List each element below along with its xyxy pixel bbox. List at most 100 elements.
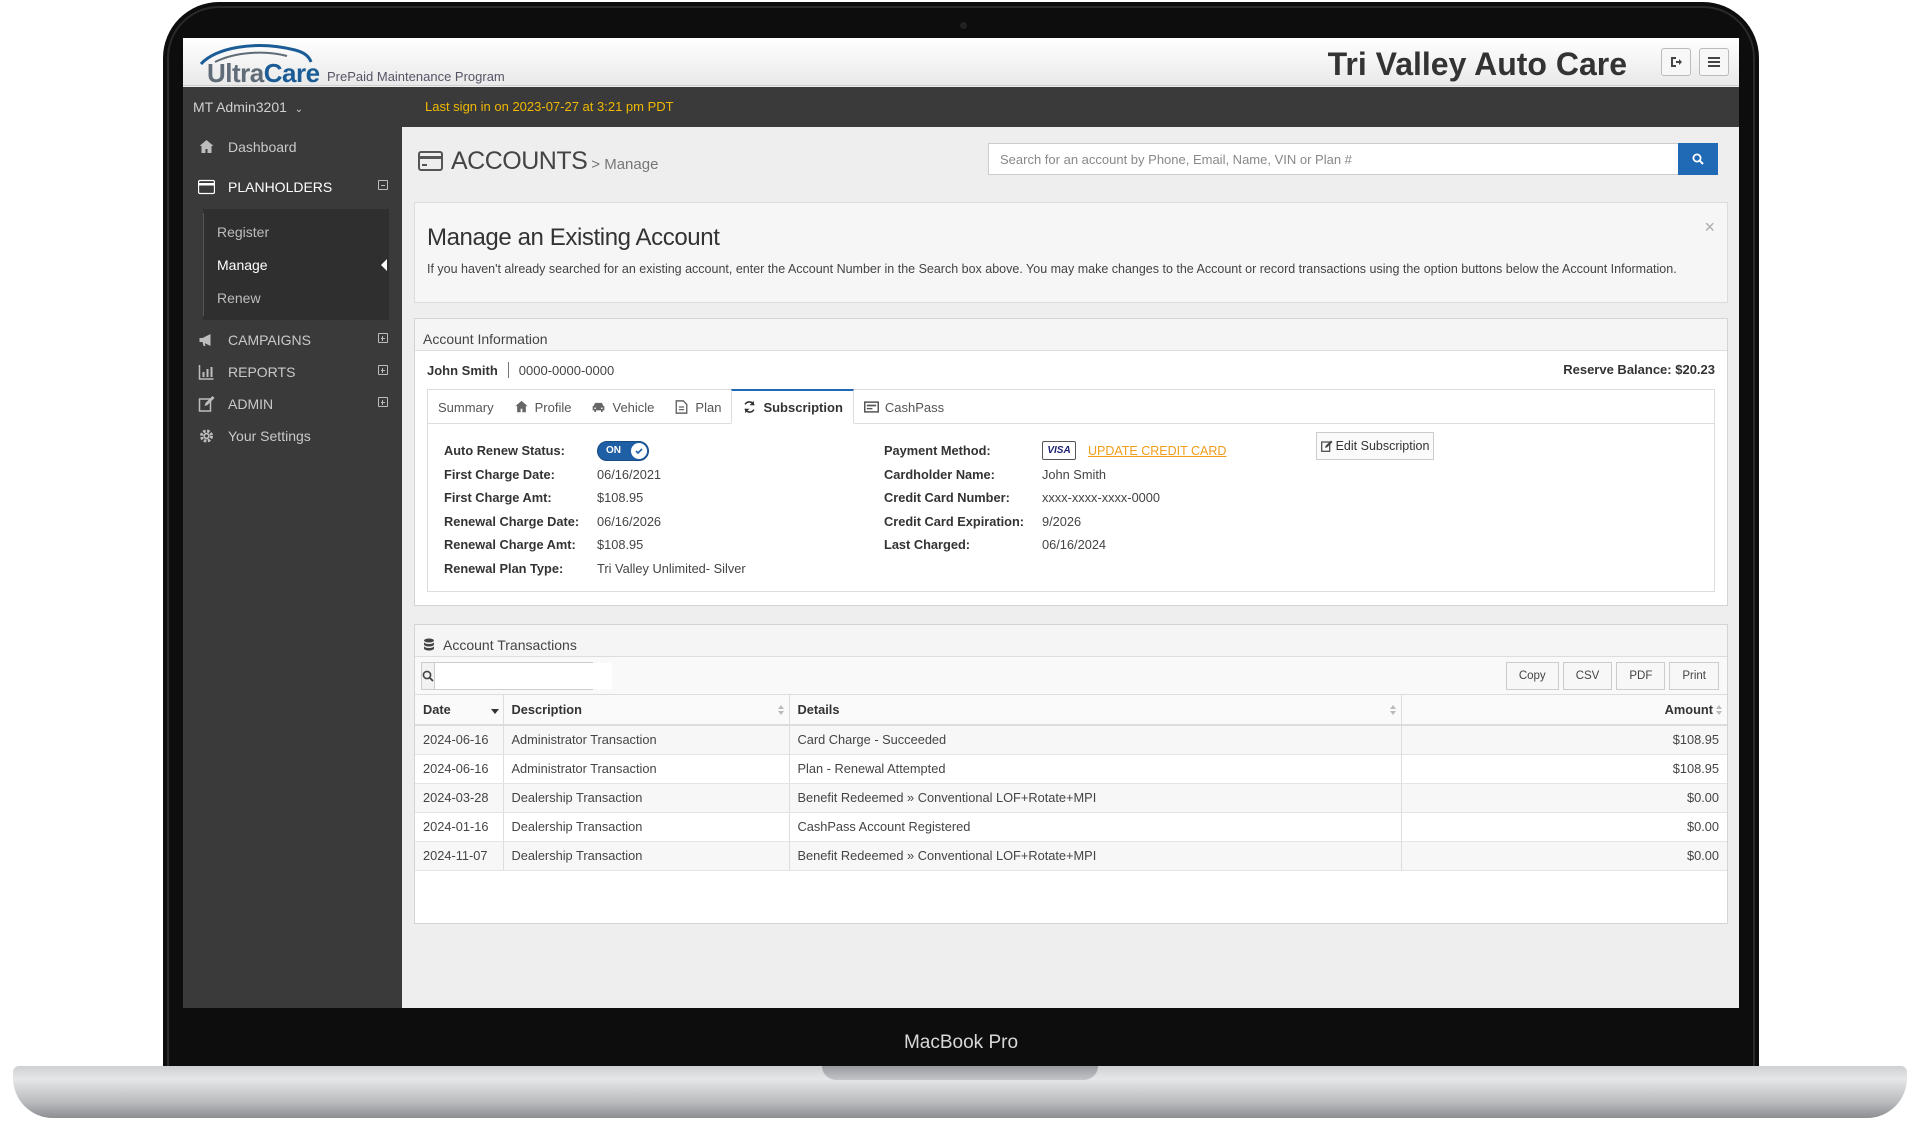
page-header: ACCOUNTS > Manage bbox=[418, 147, 658, 176]
reserve-balance: Reserve Balance: $20.23 bbox=[1563, 362, 1715, 377]
copy-button[interactable]: Copy bbox=[1505, 662, 1559, 690]
field-payment-method: Payment Method: VISA UPDATE CREDIT CARD bbox=[884, 439, 1226, 463]
device-label: MacBook Pro bbox=[903, 1032, 1019, 1053]
panel-title: Account Transactions bbox=[443, 637, 577, 653]
update-credit-card-link[interactable]: UPDATE CREDIT CARD bbox=[1088, 444, 1226, 458]
field-renewal-charge-date: Renewal Charge Date: 06/16/2026 bbox=[444, 513, 662, 529]
sidebar-item-settings[interactable]: Your Settings bbox=[183, 420, 402, 452]
table-filter-input[interactable] bbox=[435, 663, 612, 689]
bullhorn-icon bbox=[196, 332, 216, 348]
cell-details: Benefit Redeemed » Conventional LOF+Rota… bbox=[789, 841, 1402, 871]
divider bbox=[507, 362, 509, 378]
tab-summary[interactable]: Summary bbox=[428, 390, 504, 424]
collapse-icon[interactable] bbox=[378, 180, 388, 190]
home-icon bbox=[196, 139, 216, 155]
subscription-left-fields: Auto Renew Status: ON First Charge Date:… bbox=[444, 439, 746, 580]
field-first-charge-date: First Charge Date: 06/16/2021 bbox=[444, 466, 662, 482]
tab-plan[interactable]: Plan bbox=[664, 390, 731, 424]
user-menu[interactable]: MT Admin3201 ⌄ bbox=[183, 87, 402, 127]
screen: UltraCare PrePaid Maintenance Program Tr… bbox=[183, 38, 1739, 1008]
tab-cashpass[interactable]: CashPass bbox=[854, 390, 954, 424]
print-button[interactable]: Print bbox=[1669, 662, 1719, 690]
menu-button[interactable] bbox=[1699, 48, 1729, 76]
column-header-details[interactable]: Details bbox=[789, 695, 1402, 726]
sort-desc-icon bbox=[490, 709, 499, 714]
cell-amount: $0.00 bbox=[1401, 783, 1727, 813]
cell-date: 2024-01-16 bbox=[415, 812, 504, 842]
expand-icon[interactable] bbox=[378, 365, 388, 375]
cell-description: Dealership Transaction bbox=[503, 783, 790, 813]
account-tabs: Summary Profile Vehicle Plan Subscriptio… bbox=[427, 389, 1715, 592]
account-summary-line: John Smith 0000-0000-0000 Reserve Balance… bbox=[427, 362, 1715, 378]
sidebar-item-campaigns[interactable]: CAMPAIGNS bbox=[183, 324, 402, 356]
auto-renew-toggle[interactable]: ON bbox=[597, 440, 649, 461]
table-row[interactable]: 2024-11-07 Dealership Transaction Benefit … bbox=[415, 841, 1727, 871]
pdf-button[interactable]: PDF bbox=[1616, 662, 1666, 690]
submenu-item-manage[interactable]: Manage bbox=[203, 248, 389, 281]
expand-icon[interactable] bbox=[378, 333, 388, 343]
close-icon[interactable]: × bbox=[1704, 217, 1715, 238]
csv-button[interactable]: CSV bbox=[1562, 662, 1613, 690]
logout-button[interactable] bbox=[1661, 48, 1691, 76]
last-sign-in-status: Last sign in on 2023-07-27 at 3:21 pm PD… bbox=[402, 87, 1739, 127]
sidebar-item-label: REPORTS bbox=[228, 364, 296, 380]
table-body: 2024-06-16 Administrator Transaction Card … bbox=[415, 725, 1727, 871]
sidebar-item-label: Dashboard bbox=[228, 139, 297, 155]
expand-icon[interactable] bbox=[378, 397, 388, 407]
credit-card-icon bbox=[196, 179, 216, 195]
cell-amount: $108.95 bbox=[1401, 754, 1727, 784]
company-name: Tri Valley Auto Care bbox=[1327, 46, 1627, 82]
sidebar-item-label: ADMIN bbox=[228, 396, 274, 412]
sidebar-item-planholders[interactable]: PLANHOLDERS bbox=[183, 167, 402, 207]
cell-amount: $0.00 bbox=[1401, 841, 1727, 871]
search-input[interactable] bbox=[988, 143, 1678, 175]
search-button[interactable] bbox=[1678, 143, 1718, 175]
cell-date: 2024-06-16 bbox=[415, 725, 504, 755]
cell-date: 2024-06-16 bbox=[415, 754, 504, 784]
subscription-right-fields: Payment Method: VISA UPDATE CREDIT CARD … bbox=[884, 439, 1226, 557]
money-icon bbox=[863, 401, 879, 413]
edit-icon bbox=[1320, 440, 1333, 452]
column-header-description[interactable]: Description bbox=[503, 695, 790, 726]
sidebar-item-dashboard[interactable]: Dashboard bbox=[183, 127, 402, 167]
camera-dot bbox=[960, 22, 967, 29]
account-holder-name: John Smith bbox=[427, 363, 498, 378]
top-bar: UltraCare PrePaid Maintenance Program Tr… bbox=[183, 38, 1739, 88]
page-title: ACCOUNTS bbox=[451, 147, 588, 175]
check-icon bbox=[631, 442, 647, 459]
tab-profile[interactable]: Profile bbox=[504, 390, 582, 424]
sidebar-nav: Dashboard PLANHOLDERS bbox=[183, 127, 402, 207]
table-row[interactable]: 2024-06-16 Administrator Transaction Card … bbox=[415, 725, 1727, 755]
logo-wordmark: UltraCare bbox=[207, 58, 320, 88]
column-header-date[interactable]: Date bbox=[415, 695, 504, 726]
submenu-item-register[interactable]: Register bbox=[203, 215, 389, 248]
field-label: Auto Renew Status: bbox=[444, 443, 565, 459]
table-row[interactable]: 2024-01-16 Dealership Transaction CashPass… bbox=[415, 812, 1727, 842]
cell-description: Dealership Transaction bbox=[503, 841, 790, 871]
table-row[interactable]: 2024-06-16 Administrator Transaction Plan … bbox=[415, 754, 1727, 784]
sidebar-item-admin[interactable]: ADMIN bbox=[183, 388, 402, 420]
cell-amount: $0.00 bbox=[1401, 812, 1727, 842]
edit-subscription-button[interactable]: Edit Subscription bbox=[1316, 432, 1434, 460]
hamburger-icon bbox=[1708, 57, 1720, 67]
ultracare-logo[interactable]: UltraCare PrePaid Maintenance Program bbox=[191, 42, 521, 88]
submenu-item-renew[interactable]: Renew bbox=[203, 281, 389, 314]
field-renewal-charge-amt: Renewal Charge Amt: $108.95 bbox=[444, 537, 644, 553]
table-toolbar: Copy CSV PDF Print bbox=[415, 657, 1727, 695]
tab-vehicle[interactable]: Vehicle bbox=[581, 390, 664, 424]
table-row[interactable]: 2024-03-28 Dealership Transaction Benefit … bbox=[415, 783, 1727, 813]
table-header-row: Date Description Details Amount bbox=[415, 695, 1727, 726]
cell-description: Administrator Transaction bbox=[503, 754, 790, 784]
field-label: Payment Method: bbox=[884, 443, 991, 459]
sidebar-item-label: PLANHOLDERS bbox=[228, 179, 333, 195]
transactions-panel: Account Transactions Copy CSV PDF Print … bbox=[414, 624, 1728, 924]
field-card-number: Credit Card Number: xxxx-xxxx-xxxx-0000 bbox=[884, 490, 1161, 506]
credit-card-icon bbox=[418, 151, 443, 171]
sidebar-item-reports[interactable]: REPORTS bbox=[183, 356, 402, 388]
field-cardholder-name: Cardholder Name: John Smith bbox=[884, 466, 1107, 482]
search-icon bbox=[1692, 153, 1704, 165]
column-header-amount[interactable]: Amount bbox=[1401, 695, 1727, 726]
sidebar-item-label: CAMPAIGNS bbox=[228, 332, 311, 348]
tab-subscription[interactable]: Subscription bbox=[731, 389, 854, 424]
edit-icon bbox=[196, 396, 216, 412]
